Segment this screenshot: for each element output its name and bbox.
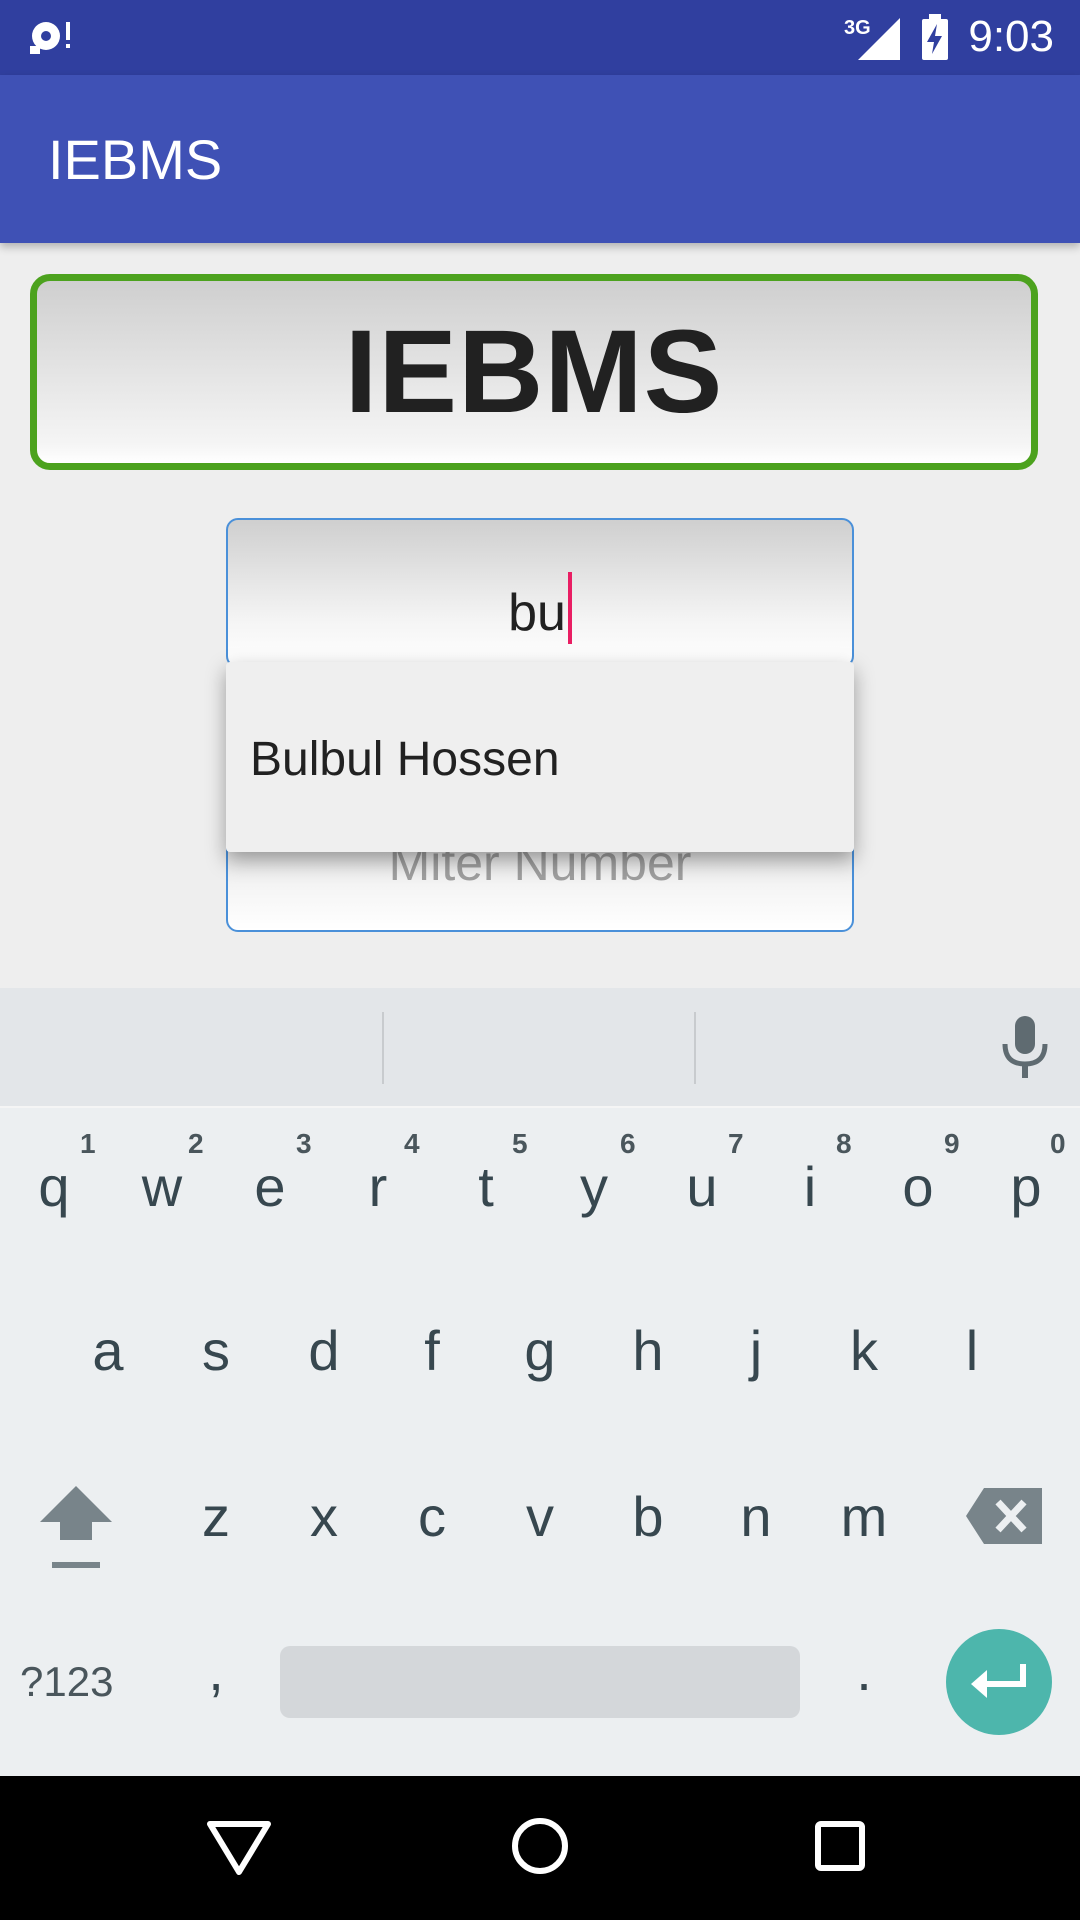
key-hint: 2 [188, 1128, 204, 1159]
symbols-key[interactable]: ?123 [20, 1658, 140, 1706]
nav-bar [0, 1776, 1080, 1920]
key-n[interactable]: n [702, 1484, 810, 1549]
key-a[interactable]: a [54, 1318, 162, 1383]
key-y[interactable]: y [540, 1154, 648, 1219]
key-x[interactable]: x [270, 1484, 378, 1549]
name-input[interactable]: bu [226, 518, 854, 668]
autocomplete-item[interactable]: Bulbul Hossen [250, 732, 560, 787]
status-time: 9:03 [968, 12, 1054, 61]
app-title: IEBMS [48, 128, 223, 191]
key-hint: 3 [296, 1128, 312, 1159]
key-b[interactable]: b [594, 1484, 702, 1549]
key-d[interactable]: d [270, 1318, 378, 1383]
suggestion-strip [0, 988, 1080, 1108]
sync-alert-icon [30, 22, 70, 54]
suggestion-divider [694, 1012, 696, 1084]
key-i[interactable]: i [756, 1154, 864, 1219]
text-cursor [567, 572, 572, 644]
space-key[interactable] [280, 1646, 800, 1718]
header-label: IEBMS [344, 306, 724, 438]
key-e[interactable]: e [216, 1154, 324, 1219]
key-h[interactable]: h [594, 1318, 702, 1383]
app-bar: IEBMS [0, 75, 1080, 243]
key-m[interactable]: m [810, 1484, 918, 1549]
status-bar: 3G 9:03 [0, 0, 1080, 75]
key-hint: 9 [944, 1128, 960, 1159]
comma-key[interactable]: , [162, 1638, 270, 1703]
autocomplete-dropdown: Bulbul Hossen [226, 662, 854, 852]
key-v[interactable]: v [486, 1484, 594, 1549]
name-input-value-wrap: bu [228, 572, 852, 644]
suggestion-divider [382, 1012, 384, 1084]
key-j[interactable]: j [702, 1318, 810, 1383]
key-o[interactable]: o [864, 1154, 972, 1219]
recents-icon[interactable] [814, 1820, 866, 1872]
backspace-icon[interactable] [966, 1488, 1042, 1544]
home-icon[interactable] [510, 1816, 570, 1876]
key-w[interactable]: w [108, 1154, 216, 1219]
signal-3g-icon: 3G [844, 17, 900, 60]
key-l[interactable]: l [918, 1318, 1026, 1383]
key-r[interactable]: r [324, 1154, 432, 1219]
key-s[interactable]: s [162, 1318, 270, 1383]
back-icon[interactable] [206, 1820, 272, 1876]
key-hint: 7 [728, 1128, 744, 1159]
key-c[interactable]: c [378, 1484, 486, 1549]
key-p[interactable]: p [972, 1154, 1080, 1219]
key-hint: 4 [404, 1128, 420, 1159]
key-hint: 8 [836, 1128, 852, 1159]
name-input-value: bu [508, 584, 566, 642]
key-f[interactable]: f [378, 1318, 486, 1383]
key-hint: 6 [620, 1128, 636, 1159]
svg-text:3G: 3G [844, 17, 871, 39]
period-key[interactable]: . [810, 1638, 918, 1703]
shift-icon[interactable] [36, 1484, 116, 1576]
enter-key[interactable] [946, 1629, 1052, 1735]
battery-charging-icon [922, 14, 948, 60]
enter-icon [971, 1664, 1026, 1698]
key-k[interactable]: k [810, 1318, 918, 1383]
key-hint: 5 [512, 1128, 528, 1159]
mic-icon[interactable] [1000, 1016, 1050, 1080]
key-q[interactable]: q [0, 1154, 108, 1219]
key-g[interactable]: g [486, 1318, 594, 1383]
key-hint: 1 [80, 1128, 96, 1159]
key-u[interactable]: u [648, 1154, 756, 1219]
soft-keyboard: q 1 w 2 e 3 r 4 t 5 y 6 u 7 i 8 o 9 p 0 … [0, 988, 1080, 1776]
key-hint: 0 [1050, 1128, 1066, 1159]
header-banner: IEBMS [30, 274, 1038, 470]
key-t[interactable]: t [432, 1154, 540, 1219]
key-z[interactable]: z [162, 1484, 270, 1549]
